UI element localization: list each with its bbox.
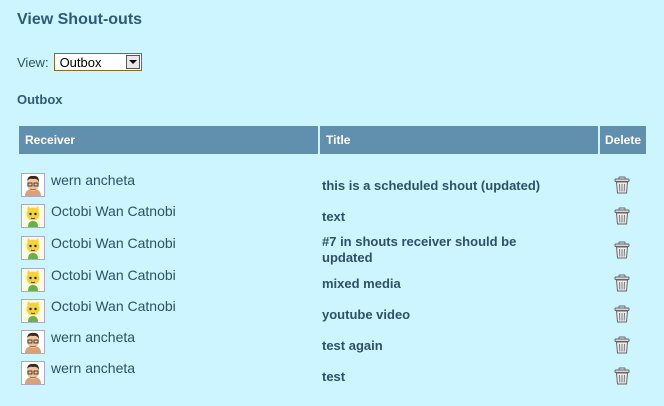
receiver-cell: Octobi Wan Catnobi (21, 267, 176, 292)
view-label: View: (17, 54, 49, 70)
octocat-avatar-icon (21, 268, 45, 292)
receiver-cell: wern ancheta (21, 172, 136, 197)
view-select-value: Outbox (59, 55, 102, 70)
column-header-receiver: Receiver (19, 126, 318, 154)
column-header-title: Title (320, 126, 598, 154)
page-title: View Shout-outs (17, 11, 143, 28)
receiver-cell: Octobi Wan Catnobi (21, 298, 176, 323)
shout-title: text (322, 209, 346, 224)
trash-icon[interactable] (613, 207, 631, 225)
trash-icon[interactable] (613, 274, 631, 292)
receiver-name: Octobi Wan Catnobi (51, 235, 176, 251)
receiver-name: Octobi Wan Catnobi (51, 298, 176, 314)
receiver-cell: Octobi Wan Catnobi (21, 235, 176, 260)
view-filter: View: Outbox (17, 52, 142, 72)
trash-icon[interactable] (613, 336, 631, 354)
shout-title: this is a scheduled shout (updated) (322, 178, 541, 193)
shout-title: test (322, 369, 346, 384)
trash-icon[interactable] (613, 305, 631, 323)
receiver-name: wern ancheta (51, 360, 136, 376)
section-title: Outbox (17, 92, 63, 107)
receiver-name: Octobi Wan Catnobi (51, 203, 176, 219)
receiver-cell: wern ancheta (21, 360, 136, 385)
man-avatar-icon (21, 330, 45, 354)
column-header-delete: Delete (600, 126, 646, 154)
view-select[interactable]: Outbox (53, 53, 142, 71)
trash-icon[interactable] (613, 176, 631, 194)
shout-title: youtube video (322, 307, 411, 322)
receiver-cell: wern ancheta (21, 329, 136, 354)
octocat-avatar-icon (21, 299, 45, 323)
receiver-name: Octobi Wan Catnobi (51, 267, 176, 283)
chevron-down-icon[interactable] (125, 55, 140, 69)
table-header: Receiver Title Delete (17, 126, 648, 154)
trash-icon[interactable] (613, 367, 631, 385)
octocat-avatar-icon (21, 236, 45, 260)
receiver-name: wern ancheta (51, 172, 136, 188)
shout-title: mixed media (322, 276, 401, 291)
shout-title: #7 in shouts receiver should be updated (322, 234, 517, 265)
man-avatar-icon (21, 361, 45, 385)
trash-icon[interactable] (613, 241, 631, 259)
octocat-avatar-icon (21, 204, 45, 228)
receiver-cell: Octobi Wan Catnobi (21, 203, 176, 228)
shout-title: test again (322, 338, 383, 353)
man-avatar-icon (21, 173, 45, 197)
receiver-name: wern ancheta (51, 329, 136, 345)
